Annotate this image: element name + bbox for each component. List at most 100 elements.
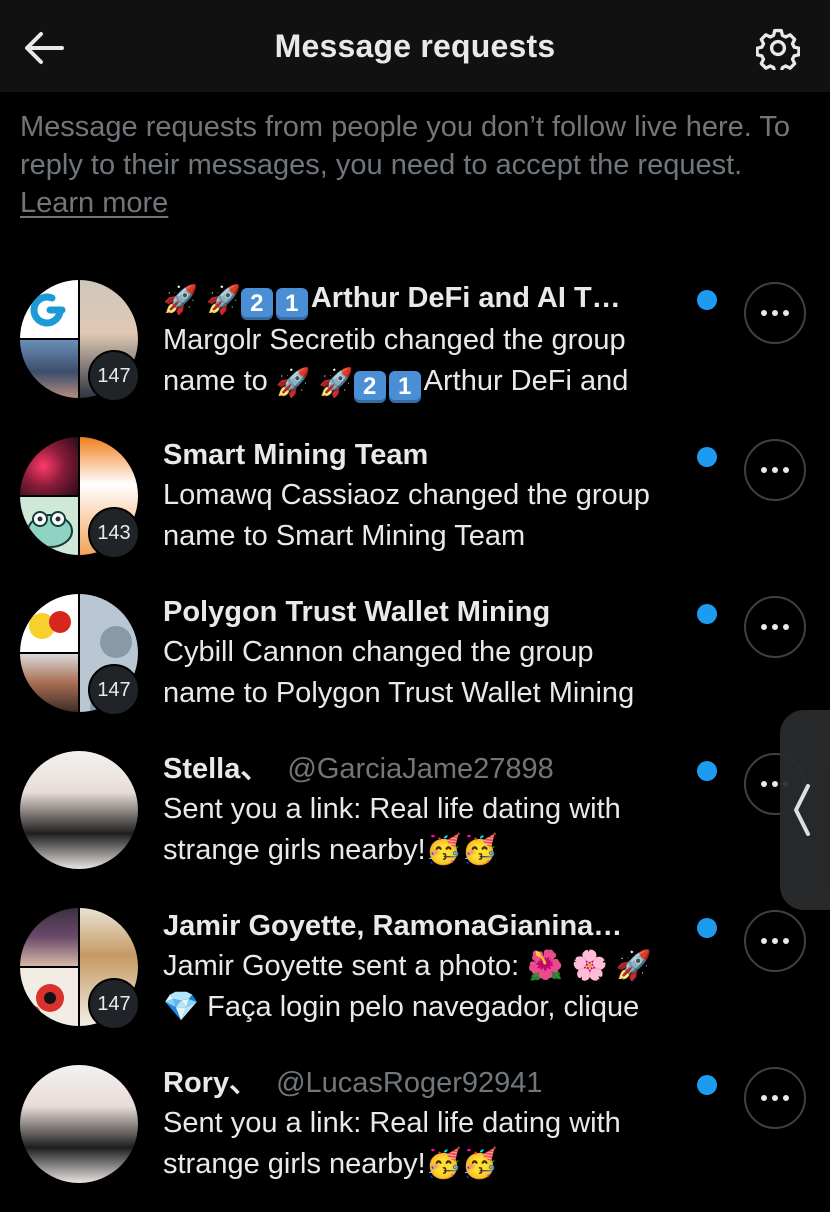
chevron-left-icon (794, 784, 810, 836)
request-title: Polygon Trust Wallet Mining (163, 596, 551, 628)
more-options-button[interactable] (744, 439, 806, 501)
intro-description: Message requests from people you don’t f… (20, 111, 791, 181)
flower-art-icon (28, 984, 64, 1018)
avatar-cartoon (20, 594, 78, 652)
logo-icon (30, 293, 66, 327)
rocket-icon: 🚀 (205, 284, 241, 315)
request-preview-line: name to 🚀 🚀 2 1 Arthur DeFi and (163, 361, 708, 403)
request-title: Rory、 @LucasRoger92941 (163, 1063, 708, 1103)
more-dot-icon (761, 938, 767, 944)
more-dot-icon (772, 467, 778, 473)
sender-handle: @LucasRoger92941 (276, 1067, 543, 1099)
request-preview-line: Margolr Secretib changed the group (163, 324, 626, 356)
member-count-badge: 147 (88, 664, 140, 716)
more-dot-icon (761, 467, 767, 473)
top-app-bar: Message requests (0, 0, 830, 92)
message-request-list: 147 🚀 🚀 2 1 Arthur DeFi and AI T… Margolr S… (0, 270, 830, 1212)
more-dot-icon (761, 310, 767, 316)
message-request-row[interactable]: Rory、 @LucasRoger92941 Sent you a link: R… (0, 1055, 830, 1212)
request-preview-line: strange girls nearby!🥳🥳 (163, 1148, 498, 1180)
request-title: Smart Mining Team (163, 439, 429, 471)
request-preview-line: Lomawq Cassiaoz changed the group (163, 479, 650, 511)
keycap-2-icon: 2 (240, 288, 273, 320)
unread-dot (697, 918, 717, 938)
keycap-2-icon: 2 (353, 371, 386, 403)
request-content: Stella、 @GarciaJame27898 Sent you a link:… (163, 749, 708, 871)
avatar-cartoon (20, 497, 78, 555)
more-dot-icon (772, 624, 778, 630)
avatar-photo (20, 437, 78, 495)
more-dot-icon (761, 781, 767, 787)
request-content: Polygon Trust Wallet Mining Cybill Canno… (163, 592, 708, 714)
page-title: Message requests (274, 27, 556, 64)
message-request-row[interactable]: 147 🚀 🚀 2 1 Arthur DeFi and AI T… Margolr S… (0, 270, 830, 427)
member-count-badge: 147 (88, 978, 140, 1030)
request-preview-line: Sent you a link: Real life dating with (163, 1107, 621, 1139)
more-dot-icon (761, 624, 767, 630)
request-title: 🚀 🚀 2 1 Arthur DeFi and AI T… (163, 278, 708, 320)
sender-name: Stella、 (163, 753, 270, 785)
more-dot-icon (783, 938, 789, 944)
more-dot-icon (772, 781, 778, 787)
rocket-icon: 🚀 (318, 367, 354, 398)
message-request-row[interactable]: 147 Polygon Trust Wallet Mining Cybill C… (0, 584, 830, 741)
more-dot-icon (772, 310, 778, 316)
more-options-button[interactable] (744, 910, 806, 972)
avatar-photo (20, 654, 78, 712)
learn-more-link[interactable]: Learn more (20, 187, 168, 219)
request-title: Stella、 @GarciaJame27898 (163, 749, 708, 789)
more-dot-icon (783, 1095, 789, 1101)
keycap-1-icon: 1 (388, 371, 421, 403)
rocket-icon: 🚀 (163, 284, 198, 315)
more-dot-icon (783, 624, 789, 630)
message-request-row[interactable]: 147 Jamir Goyette, RamonaGianina… Jamir … (0, 898, 830, 1055)
more-options-button[interactable] (744, 282, 806, 344)
gear-icon (756, 28, 800, 70)
message-request-row[interactable]: 143 Smart Mining Team Lomawq Cassiaoz ch… (0, 427, 830, 584)
avatar-photo (20, 908, 78, 966)
request-content: Rory、 @LucasRoger92941 Sent you a link: R… (163, 1063, 708, 1185)
member-count-badge: 143 (88, 507, 140, 559)
more-dot-icon (761, 1095, 767, 1101)
frog-icon (27, 511, 73, 548)
unread-dot (697, 761, 717, 781)
member-count-badge: 147 (88, 350, 140, 402)
more-options-button[interactable] (744, 596, 806, 658)
more-options-button[interactable] (744, 1067, 806, 1129)
side-panel-handle[interactable] (780, 710, 830, 910)
more-dot-icon (772, 1095, 778, 1101)
request-preview-line: Cybill Cannon changed the group (163, 636, 594, 668)
avatar-art (20, 968, 78, 1026)
sender-name: Rory、 (163, 1067, 259, 1099)
candy-icon (29, 611, 71, 639)
unread-dot (697, 1075, 717, 1095)
back-button[interactable] (20, 24, 68, 72)
request-preview-line: name to Smart Mining Team (163, 520, 526, 552)
arrow-left-icon (25, 32, 64, 64)
message-request-row[interactable]: Stella、 @GarciaJame27898 Sent you a link:… (0, 741, 830, 898)
request-title: Jamir Goyette, RamonaGianina… (163, 910, 623, 942)
unread-dot (697, 290, 717, 310)
request-preview-line: strange girls nearby!🥳🥳 (163, 834, 498, 866)
more-dot-icon (783, 467, 789, 473)
request-preview-line: 💎 Faça login pelo navegador, clique (163, 991, 640, 1023)
avatar-logo (20, 280, 78, 338)
settings-button[interactable] (754, 24, 802, 72)
request-preview-line: name to Polygon Trust Wallet Mining (163, 677, 635, 709)
request-preview-line: Jamir Goyette sent a photo: 🌺 🌸 🚀 (163, 950, 652, 982)
more-dot-icon (772, 938, 778, 944)
request-content: Smart Mining Team Lomawq Cassiaoz change… (163, 435, 708, 557)
more-dot-icon (783, 310, 789, 316)
rocket-icon: 🚀 (275, 367, 311, 398)
intro-text: Message requests from people you don’t f… (20, 108, 815, 222)
request-preview-line: Sent you a link: Real life dating with (163, 793, 621, 825)
unread-dot (697, 447, 717, 467)
sender-handle: @GarciaJame27898 (287, 753, 554, 785)
user-avatar (20, 751, 138, 869)
user-avatar (20, 1065, 138, 1183)
keycap-1-icon: 1 (275, 288, 308, 320)
unread-dot (697, 604, 717, 624)
avatar-photo (20, 340, 78, 398)
request-content: 🚀 🚀 2 1 Arthur DeFi and AI T… Margolr Secre… (163, 278, 708, 403)
request-content: Jamir Goyette, RamonaGianina… Jamir Goye… (163, 906, 708, 1028)
